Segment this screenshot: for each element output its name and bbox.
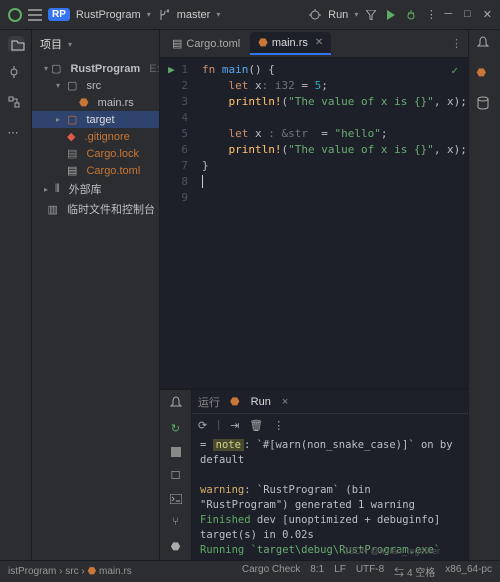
notifications-icon[interactable]: [477, 36, 493, 52]
gutter-run-icon[interactable]: ▶: [168, 63, 175, 76]
project-tool-icon[interactable]: [8, 36, 24, 52]
tab-cargo-toml[interactable]: ▤Cargo.toml: [164, 33, 248, 54]
git-icon[interactable]: ⑂: [172, 516, 179, 528]
trash-icon[interactable]: 🗑: [249, 419, 263, 432]
more-icon[interactable]: ⋮: [424, 8, 438, 22]
maximize-icon[interactable]: □: [464, 8, 471, 21]
branch-icon: [157, 8, 171, 22]
status-lf[interactable]: LF: [334, 564, 346, 579]
watermark: CSDN @nofan_together: [342, 546, 440, 556]
panel-tab-run-label[interactable]: 运行: [198, 394, 220, 410]
code-editor[interactable]: fn main() { let x: i32 = 5; println!("Th…: [194, 58, 468, 388]
project-badge: RP: [48, 8, 70, 21]
ide-logo-icon: [8, 8, 22, 22]
status-check[interactable]: Cargo Check: [242, 564, 300, 579]
tree-cargo-lock[interactable]: ▤ Cargo.lock: [32, 145, 159, 162]
console-output[interactable]: = note: `#[warn(non_snake_case)]` on by …: [192, 436, 468, 560]
close-icon[interactable]: ✕: [483, 8, 492, 21]
panel-tab-run[interactable]: ⬣ Run ×: [230, 395, 288, 408]
more-tools-icon[interactable]: ⋯: [8, 126, 24, 142]
filter-icon[interactable]: [364, 8, 378, 22]
tree-src[interactable]: ▾▢ src: [32, 77, 159, 94]
run-icon[interactable]: [384, 8, 398, 22]
chevron-down-icon[interactable]: ▾: [354, 10, 358, 19]
chevron-down-icon[interactable]: ▾: [216, 10, 220, 19]
cargo-icon[interactable]: ⬣: [171, 540, 181, 553]
debug-icon[interactable]: [404, 8, 418, 22]
run-config[interactable]: Run: [328, 9, 348, 21]
close-tab-icon[interactable]: ✕: [315, 37, 323, 48]
tree-gitignore[interactable]: ◆ .gitignore: [32, 128, 159, 145]
rerun-icon[interactable]: ↻: [171, 422, 180, 435]
status-path[interactable]: istProgram › src › ⬣ main.rs: [8, 566, 132, 577]
sidebar-title: 项目: [40, 36, 62, 52]
tab-main-rs[interactable]: ⬣main.rs✕: [250, 32, 331, 55]
gutter: ▶ 1 234 567 89: [160, 58, 194, 388]
tree-root[interactable]: ▾▢ RustProgram E:\p: [32, 60, 159, 77]
tree-main-rs[interactable]: ⬣ main.rs: [32, 94, 159, 111]
menu-icon[interactable]: [28, 8, 42, 22]
structure-tool-icon[interactable]: [8, 96, 24, 112]
more-icon[interactable]: ⋮: [273, 419, 284, 432]
problems-icon[interactable]: ☐: [171, 469, 181, 482]
tree-target[interactable]: ▸▢ target: [32, 111, 159, 128]
tree-scratches[interactable]: ▥ 临时文件和控制台: [32, 199, 159, 219]
status-pos[interactable]: 8:1: [310, 564, 324, 579]
tree-cargo-toml[interactable]: ▤ Cargo.toml: [32, 162, 159, 179]
database-icon[interactable]: [477, 96, 493, 112]
status-enc[interactable]: UTF-8: [356, 564, 384, 579]
branch-name[interactable]: master: [177, 9, 211, 21]
status-indent[interactable]: ⇆ 4 空格: [394, 564, 435, 579]
minimize-icon[interactable]: ─: [444, 8, 452, 21]
chevron-down-icon[interactable]: ▾: [68, 40, 72, 49]
rerun-button[interactable]: ⟳: [198, 419, 207, 432]
stop-icon[interactable]: [171, 447, 181, 457]
scroll-end-icon[interactable]: ⇥: [230, 419, 239, 432]
commit-tool-icon[interactable]: [8, 66, 24, 82]
terminal-icon[interactable]: [170, 494, 182, 504]
status-arch[interactable]: x86_64-pc: [445, 564, 492, 579]
cargo-panel-icon[interactable]: ⬣: [477, 66, 493, 82]
project-name[interactable]: RustProgram: [76, 9, 141, 21]
bug-icon[interactable]: [308, 8, 322, 22]
chevron-down-icon[interactable]: ▾: [147, 10, 151, 19]
inspection-ok-icon[interactable]: ✓: [451, 64, 458, 77]
notifications-icon[interactable]: [170, 396, 182, 410]
tree-external[interactable]: ▸⫴ 外部库: [32, 179, 159, 199]
tab-more-icon[interactable]: ⋮: [451, 37, 468, 50]
